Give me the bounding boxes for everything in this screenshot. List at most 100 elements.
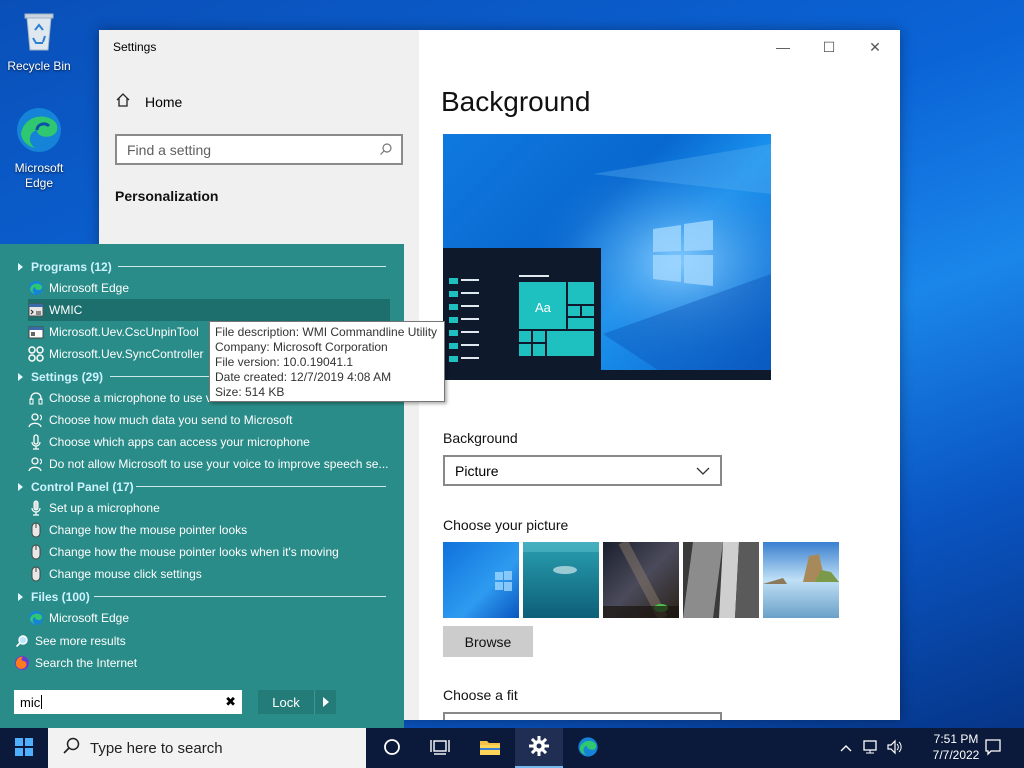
result-label: Do not allow Microsoft to use your voice…	[49, 457, 389, 471]
network-button[interactable]	[860, 728, 882, 768]
edge-taskbar-button[interactable]	[564, 728, 612, 768]
taskbar-clock[interactable]: 7:51 PM 7/7/2022	[930, 731, 982, 763]
clear-icon[interactable]: ✖	[225, 694, 236, 710]
see-more-results[interactable]: See more results	[14, 630, 376, 652]
group-header-files[interactable]: Files (100)	[18, 590, 90, 604]
result-label: Microsoft.Uev.SyncController	[49, 347, 204, 361]
search-icon	[379, 142, 393, 159]
firefox-icon	[14, 655, 30, 671]
tooltip-line: Date created: 12/7/2019 4:08 AM	[215, 370, 392, 384]
group-divider	[94, 596, 386, 597]
person-voice-icon	[28, 412, 44, 428]
find-setting-placeholder: Find a setting	[127, 141, 212, 158]
notification-icon	[984, 738, 1002, 759]
mouse-icon	[28, 544, 44, 560]
clock-time: 7:51 PM	[933, 732, 979, 746]
search-the-internet[interactable]: Search the Internet	[14, 652, 376, 674]
result-item-selected[interactable]: WMIC	[28, 299, 390, 321]
background-preview: Aa	[443, 134, 771, 380]
home-icon	[115, 92, 131, 111]
action-center-button[interactable]	[978, 728, 1008, 768]
tooltip-line: Size: 514 KB	[215, 385, 285, 399]
group-header-programs[interactable]: Programs (12)	[18, 260, 112, 274]
result-label: Change how the mouse pointer looks	[49, 523, 248, 537]
taskbar-search-box[interactable]: Type here to search	[48, 728, 366, 768]
network-icon	[862, 739, 880, 758]
text-cursor	[41, 695, 43, 709]
lock-button[interactable]: Lock	[258, 690, 336, 714]
picture-thumbnail-1[interactable]	[443, 542, 519, 618]
background-label: Background	[443, 430, 518, 446]
window-title: Settings	[113, 40, 157, 54]
result-label: Microsoft.Uev.CscUnpinTool	[49, 325, 199, 339]
edge-icon	[577, 736, 599, 761]
group-divider	[118, 266, 386, 267]
desktop-icon-recycle-bin[interactable]: Recycle Bin	[0, 8, 78, 74]
result-label: Change mouse click settings	[49, 567, 202, 581]
picture-thumbnail-2[interactable]	[523, 542, 599, 618]
chevron-down-icon	[696, 464, 710, 481]
result-item[interactable]: Microsoft Edge	[28, 607, 390, 629]
search-query-input[interactable]: mic ✖	[14, 690, 242, 714]
preview-tile-text: Aa	[535, 300, 551, 315]
picture-thumbnail-4[interactable]	[683, 542, 759, 618]
person-voice-icon	[28, 456, 44, 472]
group-header-control-panel[interactable]: Control Panel (17)	[18, 480, 134, 494]
choose-fit-label: Choose a fit	[443, 687, 518, 703]
result-label: Change how the mouse pointer looks when …	[49, 545, 339, 559]
expand-triangle-icon	[18, 263, 23, 271]
expand-triangle-icon	[18, 593, 23, 601]
chevron-up-icon	[840, 741, 852, 755]
close-button[interactable]: ✕	[852, 34, 898, 60]
tooltip-line: File version: 10.0.19041.1	[215, 355, 354, 369]
folder-icon	[479, 738, 501, 759]
taskbar: Type here to search 7:51 PM 7/7/2022	[0, 728, 1024, 768]
microphone-icon	[28, 434, 44, 450]
desktop-icon-label: Recycle Bin	[7, 59, 71, 73]
task-view-button[interactable]	[368, 728, 416, 768]
arrow-right-icon[interactable]	[314, 690, 336, 714]
choose-fit-dropdown[interactable]	[443, 712, 722, 720]
result-item[interactable]: Do not allow Microsoft to use your voice…	[28, 453, 390, 475]
picture-thumbnail-5[interactable]	[763, 542, 839, 618]
timeline-button[interactable]	[416, 728, 464, 768]
file-explorer-button[interactable]	[466, 728, 514, 768]
result-label: Set up a microphone	[49, 501, 160, 515]
gear-icon	[529, 735, 549, 759]
microphone-icon	[28, 500, 44, 516]
result-item[interactable]: Choose which apps can access your microp…	[28, 431, 390, 453]
find-setting-input[interactable]: Find a setting	[115, 134, 403, 165]
show-hidden-icons-button[interactable]	[836, 728, 856, 768]
result-item[interactable]: Change mouse click settings	[28, 563, 390, 585]
minimize-button[interactable]: —	[760, 34, 806, 60]
search-internet-label: Search the Internet	[35, 656, 138, 670]
result-item[interactable]: Set up a microphone	[28, 497, 390, 519]
result-item[interactable]: Choose how much data you send to Microso…	[28, 409, 390, 431]
group-title: Programs (12)	[31, 260, 112, 274]
sidebar-home[interactable]: Home	[115, 92, 182, 111]
background-dropdown[interactable]: Picture	[443, 455, 722, 486]
search-results-panel: Programs (12) Microsoft Edge WMIC Micros…	[0, 244, 404, 728]
browse-button[interactable]: Browse	[443, 626, 533, 657]
lock-label: Lock	[272, 694, 300, 710]
search-icon	[14, 633, 30, 649]
file-info-tooltip: File description: WMI Commandline Utilit…	[209, 321, 445, 402]
result-item[interactable]: Microsoft Edge	[28, 277, 390, 299]
picture-thumbnail-3[interactable]	[603, 542, 679, 618]
result-label: Microsoft Edge	[49, 281, 130, 295]
choose-picture-label: Choose your picture	[443, 517, 569, 533]
start-button[interactable]	[0, 728, 48, 768]
settings-taskbar-button[interactable]	[515, 728, 563, 768]
result-item[interactable]: Change how the mouse pointer looks when …	[28, 541, 390, 563]
result-item[interactable]: Change how the mouse pointer looks	[28, 519, 390, 541]
desktop-icon-edge[interactable]: Microsoft Edge	[0, 106, 78, 191]
group-title: Files (100)	[31, 590, 90, 604]
result-label: Choose how much data you send to Microso…	[49, 413, 293, 427]
volume-button[interactable]	[884, 728, 906, 768]
section-heading: Personalization	[115, 188, 219, 204]
result-label: Microsoft Edge	[49, 611, 130, 625]
search-query-text: mic	[20, 694, 41, 710]
tooltip-line: File description: WMI Commandline Utilit…	[215, 325, 438, 339]
maximize-button[interactable]: ☐	[806, 34, 852, 60]
group-header-settings[interactable]: Settings (29)	[18, 370, 103, 384]
